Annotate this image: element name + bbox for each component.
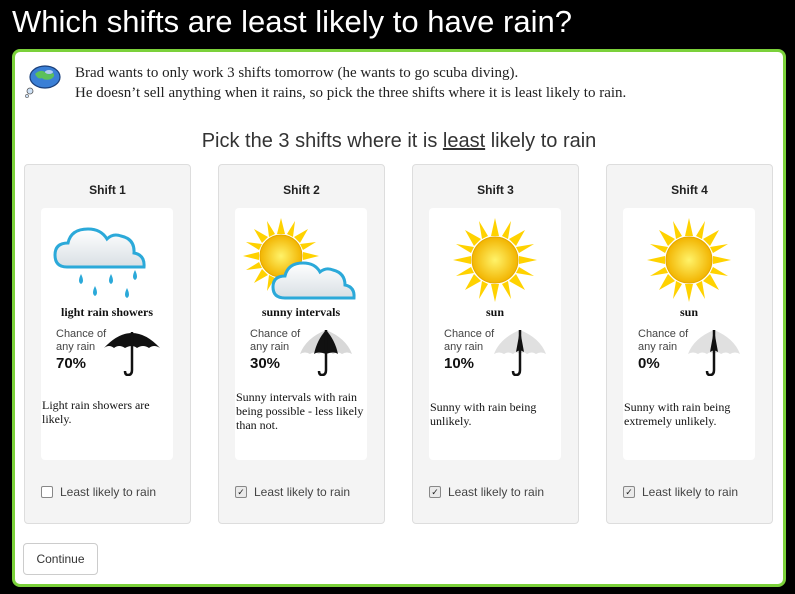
- closed-umbrella-icon: [688, 330, 740, 376]
- weather-description: Light rain showers are likely.: [42, 398, 150, 426]
- chance-label: Chance of any rain: [250, 328, 300, 354]
- chance-label: Chance of any rain: [56, 328, 106, 354]
- shift-card-4: Shift 4 sun Chance of any rain 0% Sunny …: [606, 164, 773, 524]
- checkbox-box[interactable]: ✓: [235, 486, 247, 498]
- sun-icon: [453, 218, 537, 302]
- shift-title: Shift 2: [283, 183, 320, 197]
- checkbox-label[interactable]: Least likely to rain: [448, 485, 544, 499]
- intro-text: Brad wants to only work 3 shifts tomorro…: [75, 63, 626, 103]
- rain-percentage: 10%: [444, 355, 475, 372]
- least-likely-checkbox[interactable]: ✓ Least likely to rain: [429, 485, 544, 499]
- instruction-text-end: likely to rain: [485, 130, 597, 152]
- rain-percentage: 0%: [638, 355, 660, 372]
- shift-card-3: Shift 3 sun Chance of any rain 10% Sunny…: [412, 164, 579, 524]
- question-panel: Brad wants to only work 3 shifts tomorro…: [12, 49, 786, 587]
- chance-label-line2: any rain: [444, 341, 484, 353]
- intro-line-1: Brad wants to only work 3 shifts tomorro…: [75, 65, 519, 81]
- closed-umbrella-icon: [494, 330, 546, 376]
- checkbox-box[interactable]: ✓: [623, 486, 635, 498]
- checkbox-label[interactable]: Least likely to rain: [642, 485, 738, 499]
- chance-label-line2: any rain: [250, 341, 290, 353]
- chance-label-line2: any rain: [56, 341, 96, 353]
- weather-forecast: light rain showers Chance of any rain 70%…: [41, 208, 173, 460]
- instruction-emphasis: least: [442, 130, 486, 152]
- shift-card-2: Shift 2 sunny intervals Chance of any ra…: [218, 164, 385, 524]
- weather-description: Sunny with rain being unlikely.: [430, 400, 537, 428]
- checkbox-label[interactable]: Least likely to rain: [254, 485, 350, 499]
- page-title: Which shifts are least likely to have ra…: [12, 4, 572, 39]
- checkbox-box[interactable]: ✓: [429, 486, 441, 498]
- chance-label-line1: Chance of: [638, 328, 689, 340]
- rain-percentage: 30%: [250, 355, 281, 372]
- sun-icon: [647, 218, 731, 302]
- shift-card-1: Shift 1 light rain showers Chance of any …: [24, 164, 191, 524]
- chance-label-line2: any rain: [638, 341, 678, 353]
- weather-label: light rain showers: [60, 305, 153, 319]
- rain-percentage: 70%: [56, 355, 87, 372]
- instruction-heading: Pick the 3 shifts where it is least like…: [15, 130, 783, 153]
- shift-title: Shift 4: [671, 183, 708, 197]
- chance-label-line1: Chance of: [250, 328, 301, 340]
- weather-label: sun: [485, 305, 505, 319]
- open-umbrella-icon: [104, 332, 160, 376]
- weather-label: sun: [679, 305, 699, 319]
- least-likely-checkbox[interactable]: ✓ Least likely to rain: [623, 485, 738, 499]
- weather-forecast: sunny intervals Chance of any rain 30% Su…: [235, 208, 367, 460]
- chance-label: Chance of any rain: [638, 328, 688, 354]
- instruction-text: Pick the 3 shifts where it is: [201, 130, 443, 152]
- shift-title: Shift 3: [477, 183, 514, 197]
- chance-label: Chance of any rain: [444, 328, 494, 354]
- checkbox-box[interactable]: [41, 486, 53, 498]
- weather-description: Sunny intervals with rain being possible…: [236, 390, 364, 432]
- half-open-umbrella-icon: [300, 330, 352, 376]
- checkbox-label[interactable]: Least likely to rain: [60, 485, 156, 499]
- least-likely-checkbox[interactable]: ✓ Least likely to rain: [235, 485, 350, 499]
- globe-thought-icon: [25, 65, 61, 98]
- rain-cloud-icon: [53, 227, 146, 298]
- intro-line-2: He doesn’t sell anything when it rains, …: [75, 85, 627, 101]
- chance-label-line1: Chance of: [444, 328, 495, 340]
- weather-forecast: sun Chance of any rain 10% Sunny with rai…: [429, 208, 561, 460]
- continue-button[interactable]: Continue: [23, 543, 98, 575]
- weather-forecast: sun Chance of any rain 0% Sunny with rain…: [623, 208, 755, 460]
- weather-label: sunny intervals: [261, 305, 341, 319]
- least-likely-checkbox[interactable]: Least likely to rain: [41, 485, 156, 499]
- shift-title: Shift 1: [89, 183, 126, 197]
- sun-cloud-icon: [243, 218, 356, 300]
- chance-label-line1: Chance of: [56, 328, 107, 340]
- weather-description: Sunny with rain being extremely unlikely…: [624, 400, 731, 428]
